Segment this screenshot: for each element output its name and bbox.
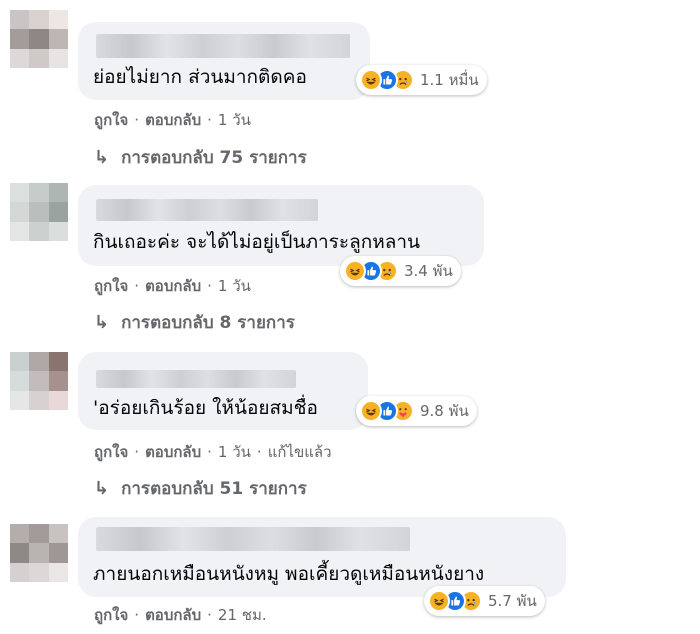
reply-link[interactable]: ตอบกลับ [145, 443, 201, 461]
comment-bubble: ย่อยไม่ยาก ส่วนมากติดคอ [78, 22, 370, 100]
like-link[interactable]: ถูกใจ [94, 606, 128, 624]
like-link[interactable]: ถูกใจ [94, 111, 128, 129]
author-name-blurred[interactable] [96, 370, 296, 388]
reply-link[interactable]: ตอบกลับ [145, 277, 201, 295]
view-replies-link[interactable]: ↳ การตอบกลับ 8 รายการ [94, 309, 295, 336]
view-replies-link[interactable]: ↳ การตอบกลับ 75 รายการ [94, 144, 307, 171]
comment-bubble: กินเถอะค่ะ จะได้ไม่อยู่เป็นภาระลูกหลาน [78, 185, 484, 266]
replies-count-label: การตอบกลับ 8 รายการ [121, 313, 295, 333]
comment-bubble: ภายนอกเหมือนหนังหมู พอเคี้ยวดูเหมือนหนัง… [78, 517, 566, 597]
author-name-blurred[interactable] [96, 527, 410, 551]
haha-icon [428, 590, 450, 612]
comment-time[interactable]: 1 วัน [218, 443, 251, 461]
comment-time[interactable]: 21 ชม. [218, 606, 267, 624]
comment-actions: ถูกใจ · ตอบกลับ · 1 วัน [94, 111, 251, 129]
author-name-blurred[interactable] [96, 199, 318, 221]
edited-label: แก้ไขแล้ว [267, 443, 332, 461]
reaction-summary[interactable]: 1.1 หมื่น [356, 65, 487, 95]
like-link[interactable]: ถูกใจ [94, 443, 128, 461]
reply-link[interactable]: ตอบกลับ [145, 111, 201, 129]
comment-text: ภายนอกเหมือนหนังหมู พอเคี้ยวดูเหมือนหนัง… [93, 563, 485, 585]
comment-text: 'อร่อยเกินร้อย ให้น้อยสมชื่อ [93, 397, 318, 419]
reply-arrow-icon: ↳ [94, 478, 110, 499]
reply-link[interactable]: ตอบกลับ [145, 606, 201, 624]
haha-icon [360, 400, 382, 422]
comment-time[interactable]: 1 วัน [218, 277, 251, 295]
replies-count-label: การตอบกลับ 51 รายการ [121, 479, 307, 499]
haha-icon [360, 69, 382, 91]
avatar[interactable] [10, 524, 68, 582]
avatar[interactable] [10, 352, 68, 410]
reaction-summary[interactable]: 3.4 พัน [340, 256, 461, 286]
avatar[interactable] [10, 10, 68, 68]
reaction-summary[interactable]: 9.8 พัน [356, 396, 477, 426]
comment-time[interactable]: 1 วัน [218, 111, 251, 129]
comment-text: กินเถอะค่ะ จะได้ไม่อยู่เป็นภาระลูกหลาน [93, 231, 421, 253]
reaction-count: 3.4 พัน [404, 262, 453, 280]
reaction-count: 5.7 พัน [488, 592, 537, 610]
reaction-count: 9.8 พัน [420, 402, 469, 420]
reaction-count: 1.1 หมื่น [420, 71, 479, 89]
like-link[interactable]: ถูกใจ [94, 277, 128, 295]
view-replies-link[interactable]: ↳ การตอบกลับ 51 รายการ [94, 475, 307, 502]
comment-bubble: 'อร่อยเกินร้อย ให้น้อยสมชื่อ [78, 352, 368, 430]
comment-text: ย่อยไม่ยาก ส่วนมากติดคอ [93, 66, 307, 88]
avatar[interactable] [10, 183, 68, 241]
reply-arrow-icon: ↳ [94, 312, 110, 333]
comment-actions: ถูกใจ · ตอบกลับ · 1 วัน · แก้ไขแล้ว [94, 443, 332, 461]
replies-count-label: การตอบกลับ 75 รายการ [121, 148, 307, 168]
comment-actions: ถูกใจ · ตอบกลับ · 1 วัน [94, 277, 251, 295]
comment-actions: ถูกใจ · ตอบกลับ · 21 ชม. [94, 606, 267, 624]
reply-arrow-icon: ↳ [94, 147, 110, 168]
haha-icon [344, 260, 366, 282]
author-name-blurred[interactable] [96, 34, 350, 58]
reaction-summary[interactable]: 5.7 พัน [424, 586, 545, 616]
